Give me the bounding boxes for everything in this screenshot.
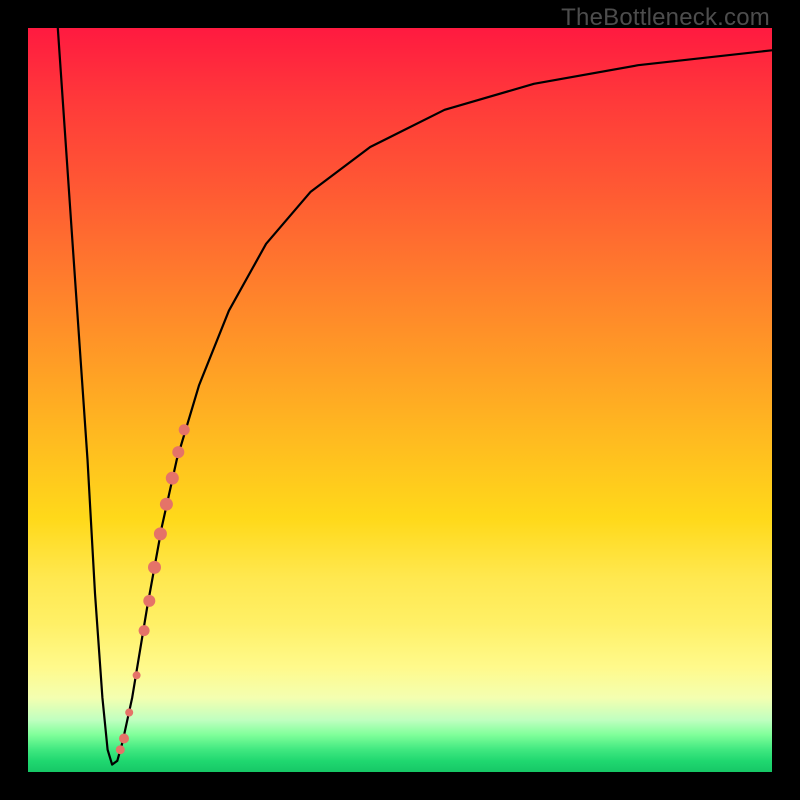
chart-frame: TheBottleneck.com (0, 0, 800, 800)
plot-area (28, 28, 772, 772)
data-dot (166, 472, 179, 485)
data-dot (139, 625, 150, 636)
data-dot (154, 527, 167, 540)
curve-svg (28, 28, 772, 772)
data-dot (179, 424, 190, 435)
data-dot (172, 446, 184, 458)
data-dot (143, 595, 155, 607)
data-dot (116, 745, 125, 754)
bottleneck-curve (58, 28, 772, 765)
data-dot (160, 498, 173, 511)
highlighted-dots (116, 424, 190, 754)
data-dot (119, 734, 129, 744)
data-dot (125, 709, 133, 717)
data-dot (148, 561, 161, 574)
data-dot (133, 671, 141, 679)
